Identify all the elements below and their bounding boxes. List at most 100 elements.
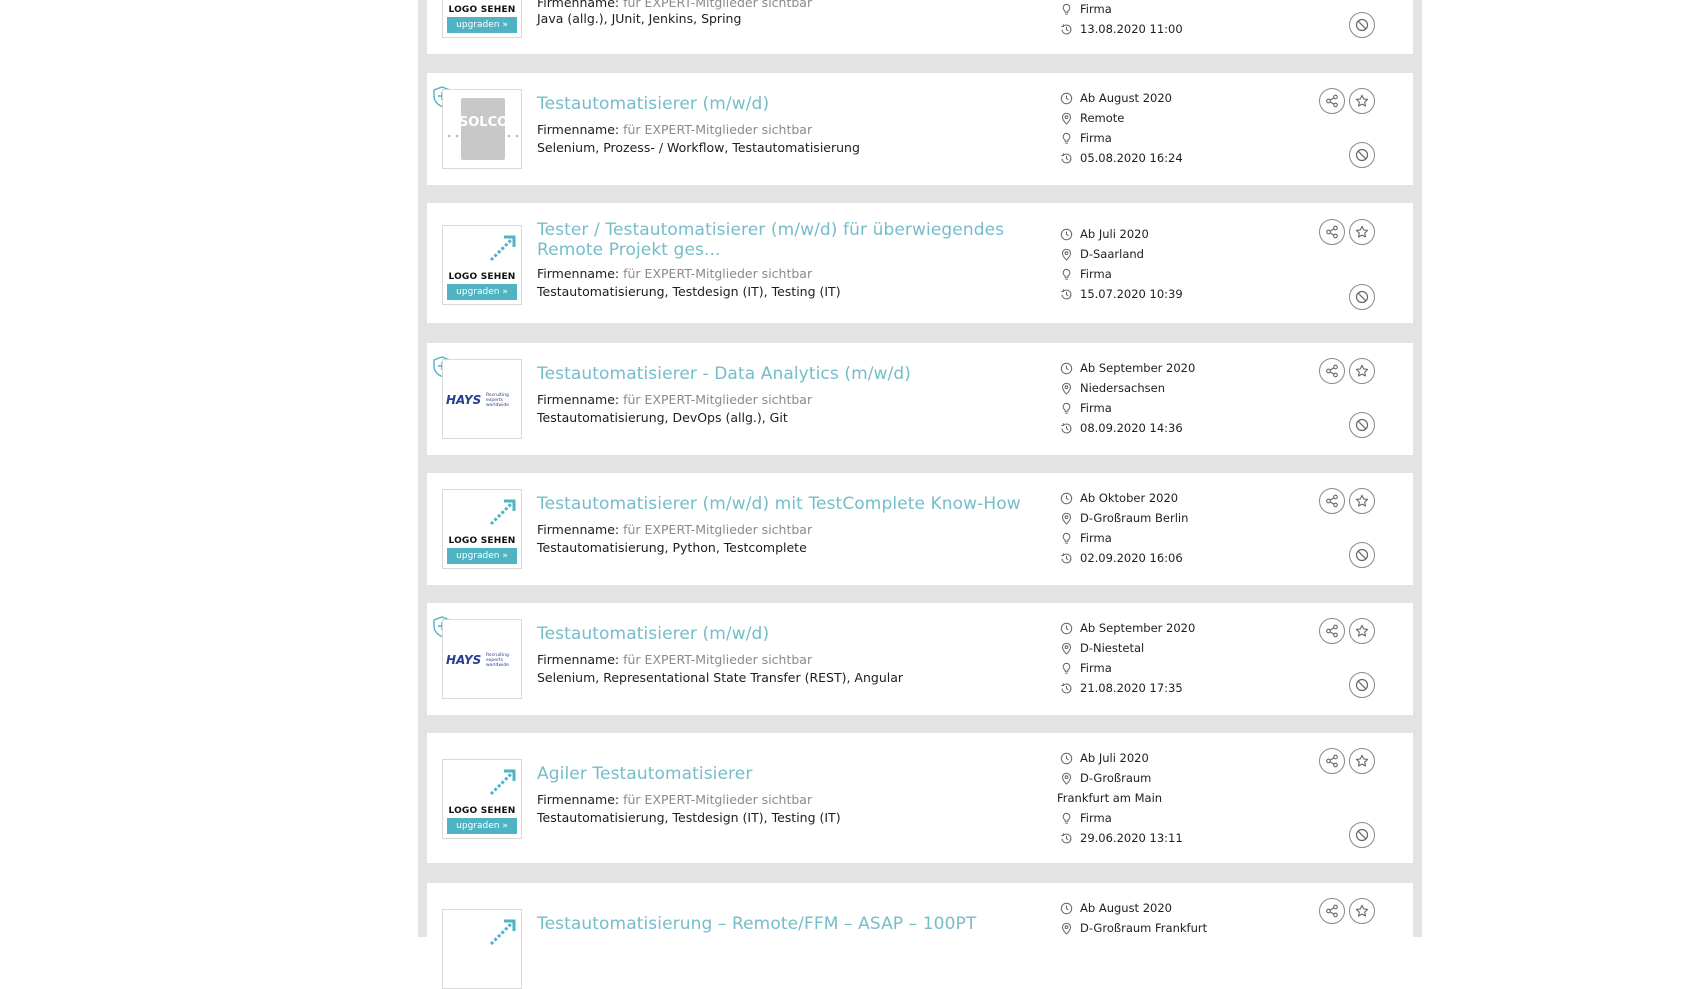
location-row: D-Großraum Berlin (1057, 508, 1222, 528)
star-icon (1355, 225, 1369, 238)
share-button[interactable] (1319, 488, 1345, 514)
hide-button[interactable] (1349, 822, 1375, 848)
logo-placeholder-text: LOGO SEHEN (448, 806, 516, 816)
share-icon (1326, 904, 1338, 918)
hays-tagline: Recruiting experts worldwide (486, 653, 509, 668)
hide-button[interactable] (1349, 284, 1375, 310)
share-icon (1326, 754, 1338, 768)
start-row: Ab Juli 2020 (1057, 224, 1222, 244)
share-button[interactable] (1319, 88, 1345, 114)
listing-card[interactable]: LOGO SEHEN upgraden » Firmenname: für EX… (427, 0, 1413, 54)
logo-placeholder[interactable]: LOGO SEHEN upgraden » (442, 0, 522, 38)
hide-button[interactable] (1349, 542, 1375, 568)
listing-title[interactable]: Agiler Testautomatisierer (537, 764, 1037, 784)
share-button[interactable] (1319, 898, 1345, 924)
company-label: Firmenname: (537, 0, 620, 10)
listing-card[interactable]: HAYS Recruiting experts worldwide Testau… (427, 343, 1413, 455)
share-icon (1326, 494, 1338, 508)
listing-card[interactable]: LOGO SEHEN upgraden » Testautomatisierer… (427, 473, 1413, 585)
star-icon (1355, 364, 1369, 377)
lightbulb-icon (1062, 3, 1071, 15)
listing-card[interactable]: LOGO SEHEN upgraden » Tester / Testautom… (427, 203, 1413, 323)
updated-row: 02.09.2020 16:06 (1057, 548, 1222, 568)
listing-meta: Ab September 2020 Niedersachsen Firma 08… (1057, 358, 1222, 438)
start-text: Ab September 2020 (1080, 361, 1196, 375)
listing-title[interactable]: Testautomatisierung – Remote/FFM – ASAP … (537, 914, 1057, 934)
clock-icon (1060, 622, 1073, 635)
company-logo[interactable]: SOLCOM (442, 89, 522, 169)
star-icon (1355, 754, 1369, 767)
block-icon (1355, 548, 1369, 562)
skills-line: Selenium, Prozess- / Workflow, Testautom… (537, 140, 860, 155)
logo-placeholder[interactable]: LOGO SEHEN upgraden » (442, 759, 522, 839)
favorite-button[interactable] (1349, 219, 1375, 245)
start-row: Ab Oktober 2020 (1057, 488, 1222, 508)
favorite-button[interactable] (1349, 748, 1375, 774)
hide-button[interactable] (1349, 142, 1375, 168)
location-text: D-Großraum Frankfurt (1080, 921, 1208, 935)
start-text: Ab August 2020 (1080, 901, 1172, 915)
company-type-row: Firma (1057, 264, 1222, 284)
logo-placeholder[interactable] (442, 909, 522, 989)
logo-placeholder[interactable]: LOGO SEHEN upgraden » (442, 225, 522, 305)
company-line: Firmenname: für EXPERT-Mitglieder sichtb… (537, 121, 1057, 139)
favorite-button[interactable] (1349, 618, 1375, 644)
company-logo[interactable]: HAYS Recruiting experts worldwide (442, 359, 522, 439)
hays-wordmark: HAYS (446, 393, 482, 407)
updated-row: 29.06.2020 13:11 (1057, 828, 1207, 848)
company-type-row: Firma (1057, 128, 1222, 148)
upgrade-button[interactable]: upgraden » (447, 284, 517, 300)
share-button[interactable] (1319, 748, 1345, 774)
updated-text: 15.07.2020 10:39 (1080, 287, 1183, 301)
share-icon (1326, 364, 1338, 378)
start-row: Ab September 2020 (1057, 358, 1222, 378)
upgrade-button[interactable]: upgraden » (447, 17, 517, 33)
listing-title[interactable]: Testautomatisierer (m/w/d) (537, 94, 1037, 114)
company-type-row: Firma (1057, 808, 1207, 828)
upgrade-button[interactable]: upgraden » (447, 548, 517, 564)
favorite-button[interactable] (1349, 358, 1375, 384)
favorite-button[interactable] (1349, 488, 1375, 514)
start-text: Ab Juli 2020 (1080, 751, 1149, 765)
listing-card[interactable]: SOLCOM Testautomatisierer (m/w/d) Firmen… (427, 73, 1413, 185)
block-icon (1355, 418, 1369, 432)
company-value: für EXPERT-Mitglieder sichtbar (623, 266, 813, 281)
hide-button[interactable] (1349, 12, 1375, 38)
block-icon (1355, 148, 1369, 162)
listing-card[interactable]: LOGO SEHEN upgraden » Agiler Testautomat… (427, 733, 1413, 863)
start-text: Ab Juli 2020 (1080, 227, 1149, 241)
share-button[interactable] (1319, 219, 1345, 245)
listing-title[interactable]: Testautomatisierer (m/w/d) mit TestCompl… (537, 494, 1057, 514)
favorite-button[interactable] (1349, 88, 1375, 114)
history-icon (1061, 553, 1072, 564)
hide-button[interactable] (1349, 672, 1375, 698)
map-pin-icon (1061, 248, 1072, 261)
share-button[interactable] (1319, 618, 1345, 644)
start-text: Ab Oktober 2020 (1080, 491, 1179, 505)
listing-card[interactable]: HAYS Recruiting experts worldwide Testau… (427, 603, 1413, 715)
map-pin-icon (1061, 922, 1072, 935)
company-logo[interactable]: HAYS Recruiting experts worldwide (442, 619, 522, 699)
location-row: D-Saarland (1057, 244, 1222, 264)
listing-title[interactable]: Testautomatisierer - Data Analytics (m/w… (537, 364, 1037, 384)
skills-line: Testautomatisierung, DevOps (allg.), Git (537, 410, 788, 425)
share-button[interactable] (1319, 358, 1345, 384)
start-text: Ab September 2020 (1080, 621, 1196, 635)
hide-button[interactable] (1349, 412, 1375, 438)
growth-arrow-icon (489, 769, 516, 796)
block-icon (1355, 828, 1369, 842)
company-label: Firmenname: (537, 652, 620, 667)
company-label: Firmenname: (537, 392, 620, 407)
location-row: D-Großraum Frankfurt (1057, 918, 1222, 938)
logo-placeholder[interactable]: LOGO SEHEN upgraden » (442, 489, 522, 569)
company-value: für EXPERT-Mitglieder sichtbar (623, 0, 813, 10)
listing-title[interactable]: Testautomatisierer (m/w/d) (537, 624, 1037, 644)
upgrade-button[interactable]: upgraden » (447, 818, 517, 834)
listing-title[interactable]: Tester / Testautomatisierer (m/w/d) für … (537, 220, 1037, 260)
listing-meta: Ab Oktober 2020 D-Großraum Berlin Firma … (1057, 488, 1222, 568)
logo-placeholder-text: LOGO SEHEN (448, 536, 516, 546)
updated-text: 08.09.2020 14:36 (1080, 421, 1183, 435)
listing-card[interactable]: Testautomatisierung – Remote/FFM – ASAP … (427, 883, 1413, 989)
company-type-row: Firma (1057, 658, 1222, 678)
favorite-button[interactable] (1349, 898, 1375, 924)
